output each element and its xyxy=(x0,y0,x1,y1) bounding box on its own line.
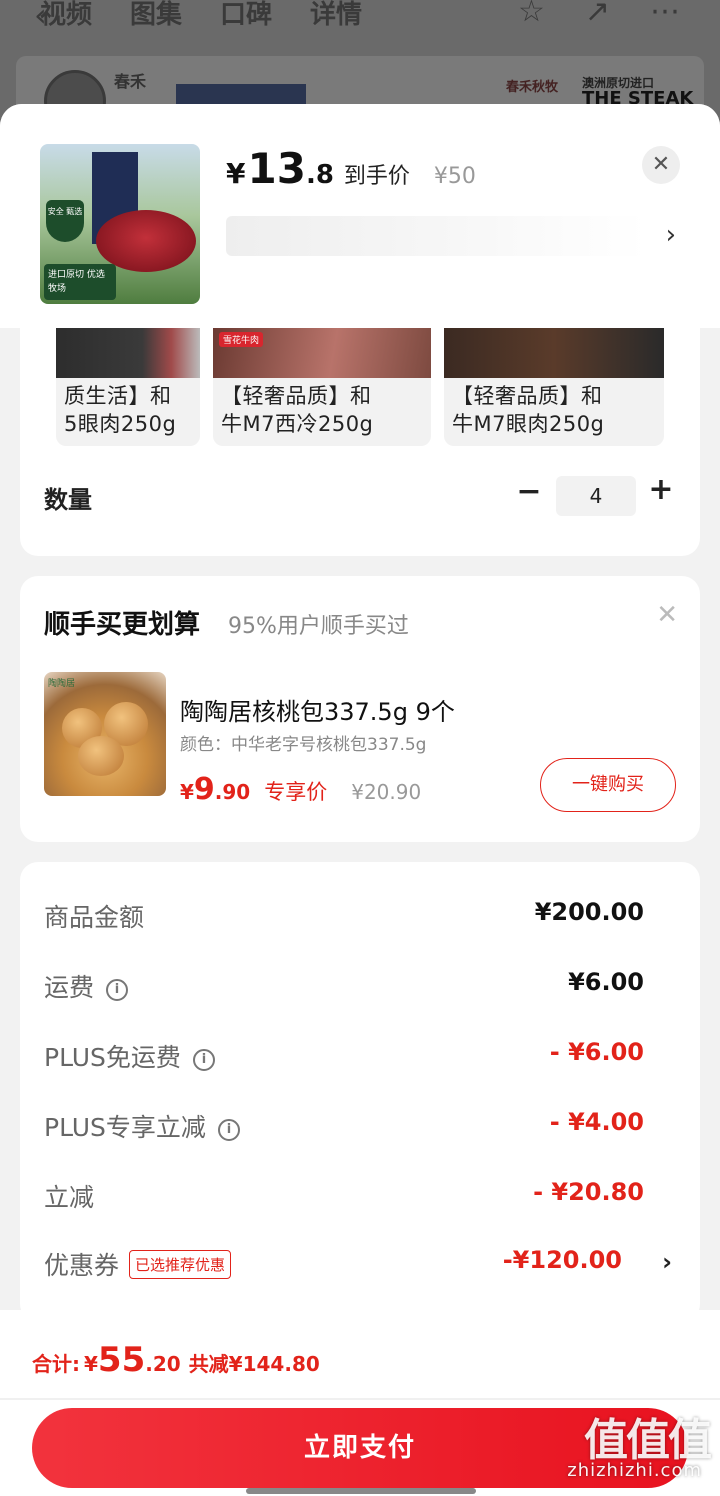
quantity-decrement-button[interactable]: − xyxy=(514,474,544,509)
close-button[interactable]: ✕ xyxy=(642,146,680,184)
price-row: ¥ 13 .8 到手价 ¥50 xyxy=(226,144,476,193)
option-item[interactable]: 【轻奢品质】和 牛M7眼肉250g xyxy=(444,328,664,446)
steak-graphic xyxy=(96,210,196,272)
info-icon[interactable]: i xyxy=(106,979,129,1001)
option-photo xyxy=(56,328,200,378)
total-decimal: .20 xyxy=(145,1352,181,1376)
summary-label: 优惠券 xyxy=(44,1251,120,1280)
more-icon: ⋯ xyxy=(650,0,680,29)
chevron-right-icon[interactable]: › xyxy=(666,220,676,250)
summary-row-subtotal: 商品金额 ¥200.00 xyxy=(44,898,676,938)
addon-price-currency: ¥ xyxy=(180,780,194,804)
summary-value: - ¥4.00 xyxy=(549,1108,644,1136)
brand-name: 春禾 xyxy=(114,72,147,91)
option-label: 【轻奢品质】和 牛M7眼肉250g xyxy=(452,384,605,436)
info-icon[interactable]: i xyxy=(192,1049,215,1071)
option-badge: 雪花牛肉 xyxy=(219,332,264,347)
option-label: 【轻奢品质】和 牛M7西冷250g xyxy=(221,384,374,436)
addon-item-spec: 颜色：中华老字号核桃包337.5g xyxy=(180,735,427,755)
tab-reviews: 口碑 xyxy=(220,0,273,30)
divider xyxy=(0,1398,720,1400)
summary-label-wrap: PLUS专享立减 i xyxy=(44,1108,240,1144)
option-item[interactable]: 雪花牛肉 【轻奢品质】和 牛M7西冷250g xyxy=(213,328,431,446)
tab-details: 详情 xyxy=(310,0,363,30)
addon-title: 顺手买更划算 xyxy=(44,610,201,640)
one-click-buy-button[interactable]: 一键购买 xyxy=(540,758,676,812)
quantity-label: 数量 xyxy=(44,486,92,514)
selected-spec-line[interactable] xyxy=(226,216,646,256)
watermark-url: zhizhizhi.com xyxy=(567,1460,702,1481)
addon-original-price: ¥20.90 xyxy=(351,780,422,804)
quantity-increment-button[interactable]: + xyxy=(646,472,676,507)
summary-row-coupon[interactable]: 优惠券 已选推荐优惠 -¥120.00 › xyxy=(44,1246,676,1286)
quantity-input[interactable]: 4 xyxy=(556,476,636,516)
product-image-label: 进口原切 优选牧场 xyxy=(44,264,116,300)
watermark-logo: 值值值 xyxy=(584,1415,712,1466)
options-card: 质生活】和 5眼肉250g 雪花牛肉 【轻奢品质】和 牛M7西冷250g 【轻奢… xyxy=(20,328,700,556)
purchase-sheet: 安全 甄选 进口原切 优选牧场 ¥ 13 .8 到手价 ¥50 ✕ › 质生活】… xyxy=(0,104,720,1496)
summary-label-wrap: PLUS免运费 i xyxy=(44,1038,215,1074)
summary-label-wrap: 运费 i xyxy=(44,968,129,1004)
summary-value: - ¥20.80 xyxy=(533,1178,644,1206)
home-indicator[interactable] xyxy=(246,1488,476,1494)
banner-brand-text: 春禾秋牧 xyxy=(506,80,559,95)
summary-label: 运费 xyxy=(44,973,95,1002)
chevron-right-icon[interactable]: › xyxy=(662,1248,672,1276)
star-icon: ☆ xyxy=(517,0,545,29)
info-icon[interactable]: i xyxy=(217,1119,240,1141)
background-tabs: 视频 图集 口碑 详情 xyxy=(40,0,362,31)
addon-price-decimal: .90 xyxy=(214,780,251,804)
summary-label: PLUS专享立减 xyxy=(44,1113,206,1142)
summary-row-instant-discount: 立减 - ¥20.80 xyxy=(44,1178,676,1218)
addon-subtitle: 95%用户顺手买过 xyxy=(228,614,409,639)
addon-price-row: ¥ 9 .90 专享价 ¥20.90 xyxy=(180,772,421,807)
summary-value: ¥200.00 xyxy=(534,898,644,926)
share-icon: ↗ xyxy=(584,0,610,29)
addon-product-image[interactable]: 陶陶居 xyxy=(44,672,166,796)
price-decimal: .8 xyxy=(305,160,334,190)
background-icons: ☆ ↗ ⋯ xyxy=(518,0,680,29)
tab-video: 视频 xyxy=(40,0,93,30)
option-photo xyxy=(444,328,664,378)
coupon-tag: 已选推荐优惠 xyxy=(129,1250,232,1279)
addon-image-label: 陶陶居 xyxy=(48,679,76,689)
summary-value: -¥120.00 xyxy=(502,1246,622,1274)
safety-badge: 安全 甄选 xyxy=(46,200,84,242)
summary-label: 立减 xyxy=(44,1183,95,1212)
addon-close-icon[interactable]: ✕ xyxy=(656,600,678,630)
tab-gallery: 图集 xyxy=(130,0,183,30)
total-savings: 共减¥144.80 xyxy=(188,1352,320,1376)
addon-item-name[interactable]: 陶陶居核桃包337.5g 9个 xyxy=(180,692,455,727)
summary-label: PLUS免运费 xyxy=(44,1043,181,1072)
option-label: 质生活】和 5眼肉250g xyxy=(64,384,177,436)
price-summary-card: 商品金额 ¥200.00 运费 i ¥6.00 PLUS免运费 i - ¥6.00 … xyxy=(20,862,700,1322)
summary-row-shipping: 运费 i ¥6.00 xyxy=(44,968,676,1008)
addon-price-label: 专享价 xyxy=(264,780,328,804)
summary-row-plus-free-shipping: PLUS免运费 i - ¥6.00 xyxy=(44,1038,676,1078)
total-integer: 55 xyxy=(97,1340,146,1380)
close-icon: ✕ xyxy=(651,152,671,177)
summary-label: 商品金额 xyxy=(44,903,145,932)
product-image[interactable]: 安全 甄选 进口原切 优选牧场 xyxy=(40,144,200,304)
bun-graphic xyxy=(78,736,124,776)
summary-row-plus-discount: PLUS专享立减 i - ¥4.00 xyxy=(44,1108,676,1148)
price-currency: ¥ xyxy=(226,157,246,190)
summary-value: ¥6.00 xyxy=(568,968,644,996)
sheet-header: 安全 甄选 进口原切 优选牧场 ¥ 13 .8 到手价 ¥50 ✕ › xyxy=(0,104,720,328)
price-integer: 13 xyxy=(247,144,306,193)
total-line: 合计: ¥ 55 .20 共减¥144.80 xyxy=(32,1340,320,1380)
summary-label-wrap: 优惠券 已选推荐优惠 xyxy=(44,1246,232,1282)
addon-price-integer: 9 xyxy=(193,772,215,807)
summary-value: - ¥6.00 xyxy=(549,1038,644,1066)
total-label: 合计: xyxy=(32,1352,80,1376)
original-price: ¥50 xyxy=(433,164,476,189)
addon-card: 顺手买更划算 95%用户顺手买过 ✕ 陶陶居 陶陶居核桃包337.5g 9个 颜… xyxy=(20,576,700,842)
option-item[interactable]: 质生活】和 5眼肉250g xyxy=(56,328,200,446)
price-label: 到手价 xyxy=(343,164,410,189)
total-currency: ¥ xyxy=(84,1352,98,1376)
